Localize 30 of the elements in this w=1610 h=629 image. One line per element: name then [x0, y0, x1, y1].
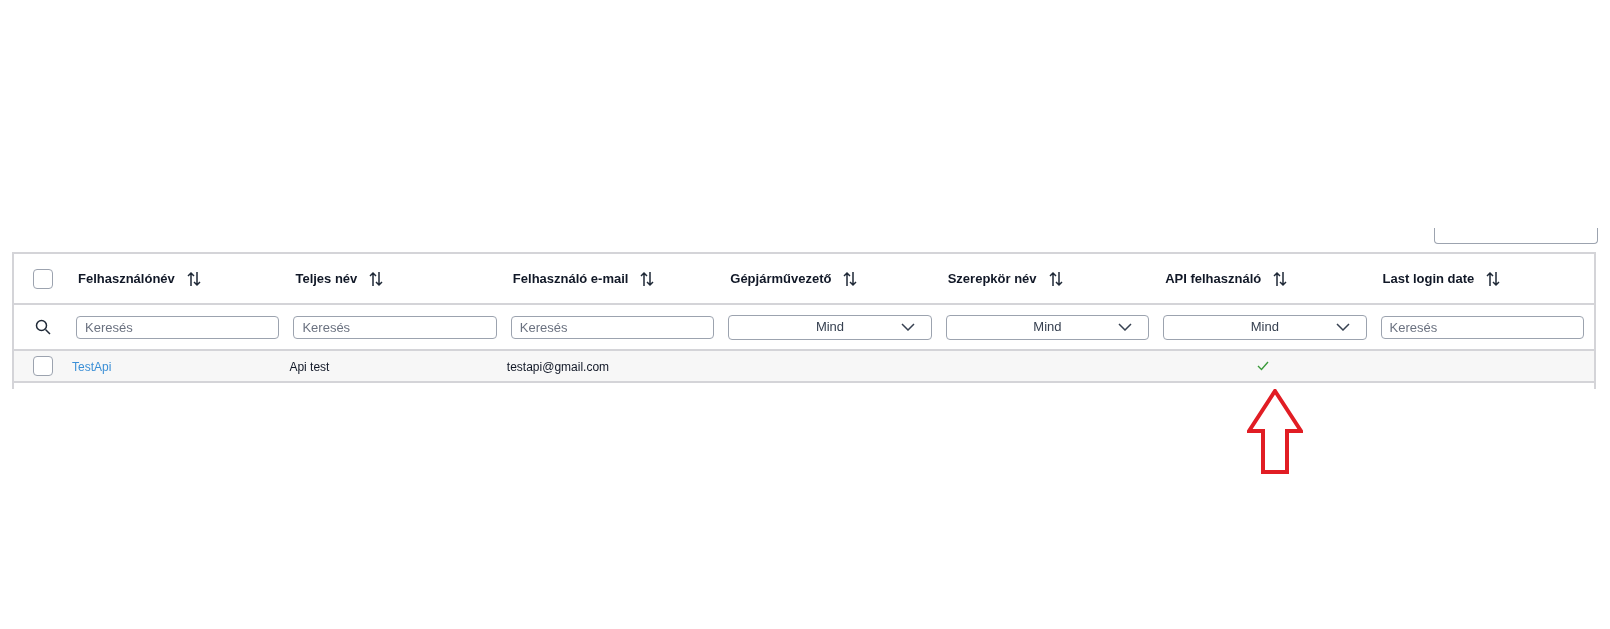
search-icon: [35, 319, 51, 335]
chevron-down-icon: [1335, 323, 1350, 331]
dropdown[interactable]: Mind: [728, 314, 932, 340]
chevron-down-icon: [1118, 323, 1133, 331]
search-field[interactable]: Keresés: [510, 316, 715, 339]
sort-icon[interactable]: [186, 270, 201, 287]
row-checkbox[interactable]: [33, 356, 53, 376]
sort-icon[interactable]: [1048, 270, 1063, 287]
checkbox[interactable]: [33, 268, 53, 289]
input-field[interactable]: [1434, 228, 1598, 244]
chevron-down-icon: [900, 323, 915, 331]
dropdown[interactable]: Mind: [1163, 314, 1367, 340]
table-cell: testapi@gmail.com: [506, 360, 610, 374]
column-header[interactable]: Felhasználó e-mail: [512, 268, 629, 289]
search-field[interactable]: Keresés: [293, 316, 497, 339]
column-header[interactable]: Gépjárművezető: [730, 268, 832, 289]
column-header[interactable]: Felhasználónév: [78, 268, 175, 289]
column-header[interactable]: API felhasználó: [1165, 268, 1262, 289]
sort-icon[interactable]: [640, 270, 655, 287]
column-header[interactable]: Teljes név: [295, 268, 358, 289]
search-field[interactable]: Keresés: [76, 316, 280, 339]
sort-icon[interactable]: [369, 270, 384, 287]
search-field[interactable]: Keresés: [1380, 316, 1584, 339]
sort-icon[interactable]: [1273, 270, 1288, 287]
sort-icon[interactable]: [1486, 270, 1501, 287]
sort-icon[interactable]: [843, 270, 858, 287]
column-header[interactable]: Szerepkör név: [947, 268, 1037, 289]
dropdown[interactable]: Mind: [945, 314, 1150, 340]
column-header[interactable]: Last login date: [1382, 268, 1475, 289]
table-cell: Api test: [289, 360, 330, 374]
